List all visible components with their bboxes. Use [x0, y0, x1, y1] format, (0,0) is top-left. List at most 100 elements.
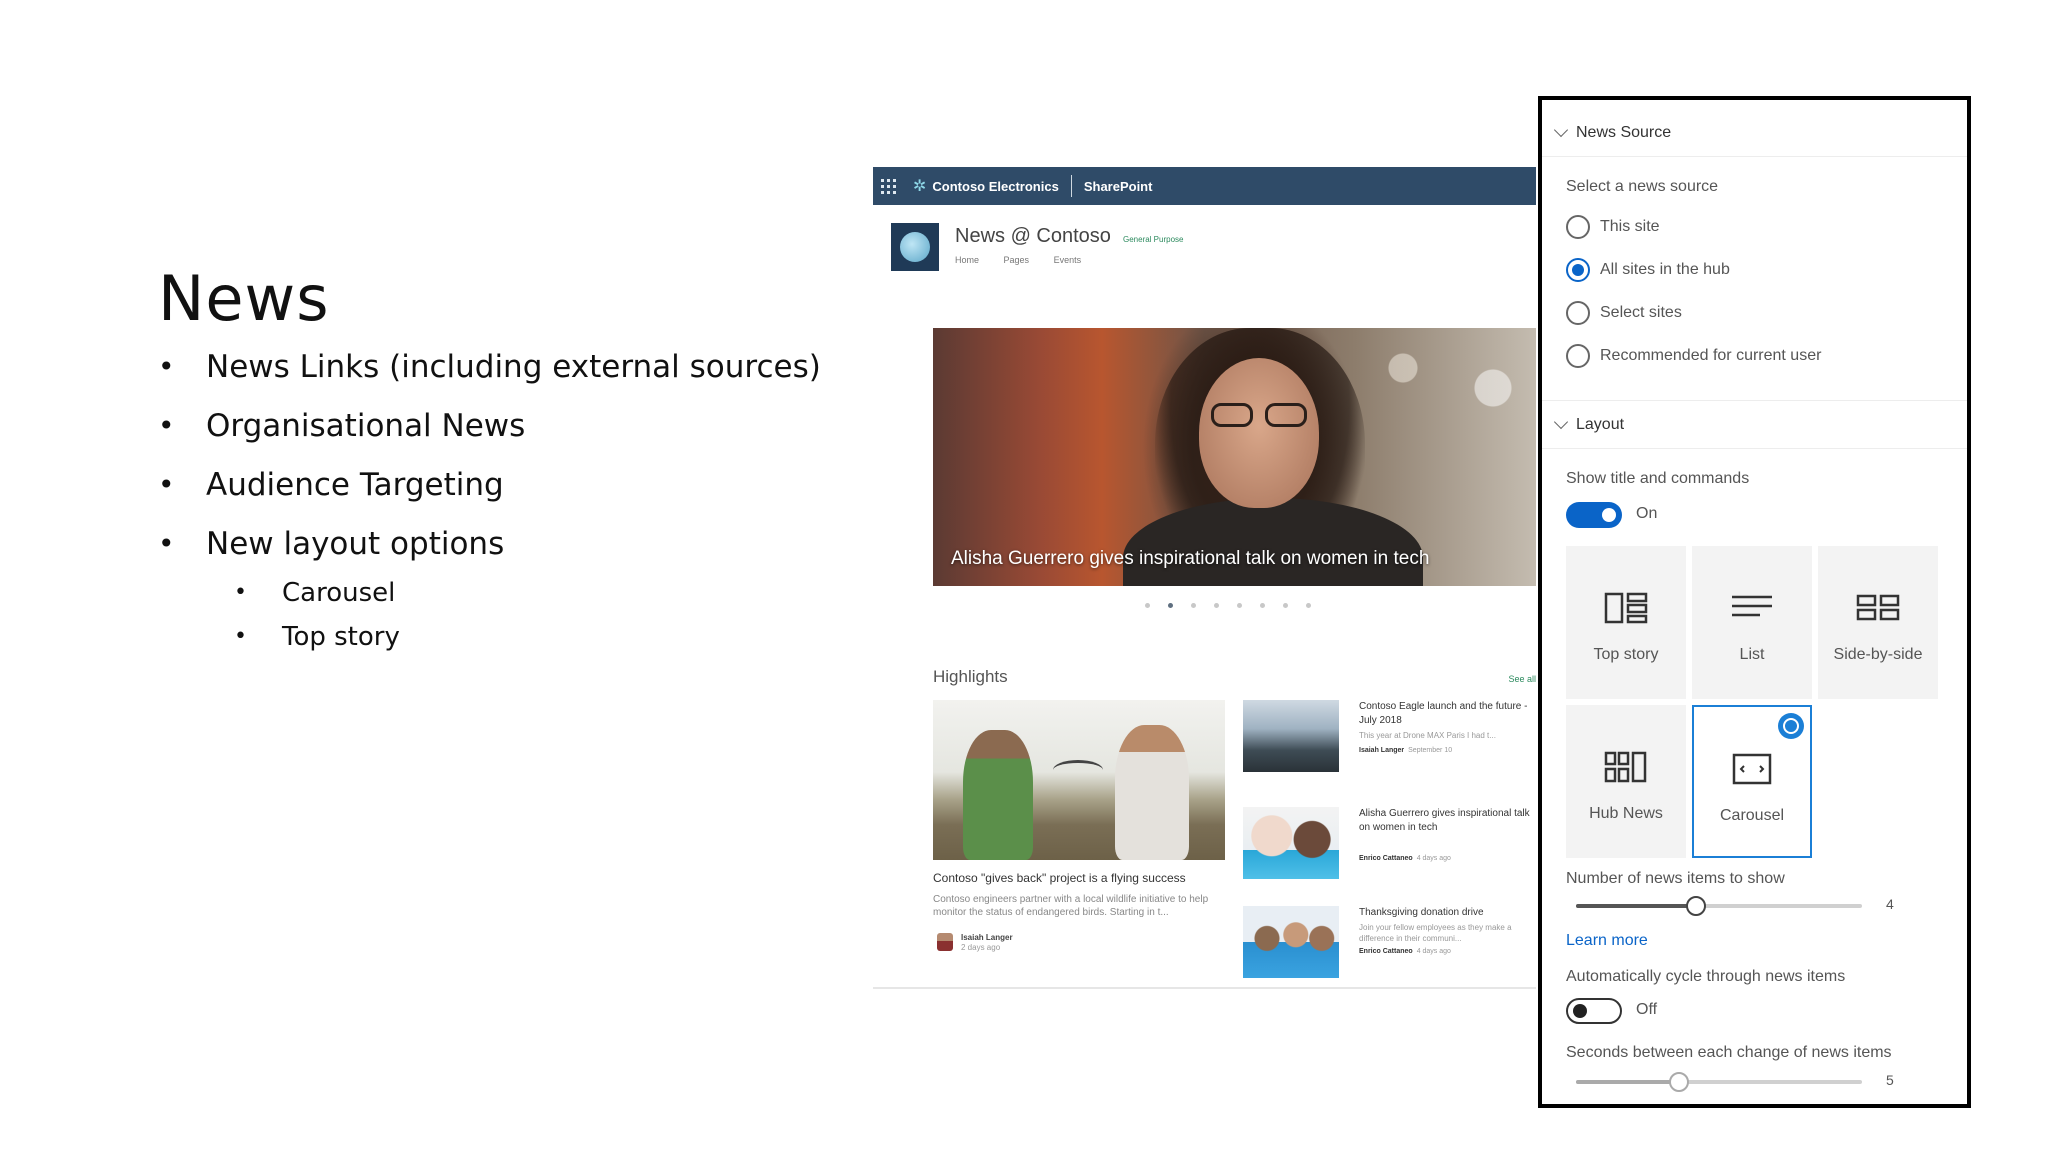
- globe-icon: [900, 232, 930, 262]
- sharepoint-page: ✲ Contoso Electronics SharePoint News @ …: [873, 167, 1536, 989]
- news-source-header[interactable]: News Source: [1553, 122, 1671, 142]
- radio-recommended[interactable]: Recommended for current user: [1566, 344, 1821, 368]
- highlight-item-author: Enrico Cattaneo 4 days ago: [1359, 855, 1451, 862]
- carousel-dot[interactable]: [1145, 603, 1150, 608]
- divider: [1542, 448, 1967, 449]
- highlight-main-title[interactable]: Contoso "gives back" project is a flying…: [933, 871, 1186, 885]
- carousel-hero-image[interactable]: Alisha Guerrero gives inspirational talk…: [933, 328, 1536, 586]
- site-nav: Home Pages Events: [955, 255, 1103, 265]
- carousel-dot[interactable]: [1306, 603, 1311, 608]
- highlight-item-author: Isaiah Langer September 10: [1359, 747, 1453, 754]
- chevron-down-icon[interactable]: [1553, 414, 1569, 430]
- carousel-dot-active[interactable]: [1168, 603, 1173, 608]
- photo-drone: [1053, 760, 1103, 780]
- slide-sub-bullet-list: Carousel Top story: [234, 578, 400, 666]
- side-by-side-icon: [1818, 592, 1938, 624]
- org-name[interactable]: Contoso Electronics: [932, 179, 1058, 194]
- slider-thumb[interactable]: [1686, 896, 1707, 916]
- radio-this-site[interactable]: This site: [1566, 215, 1660, 239]
- layout-tile-side-by-side[interactable]: Side-by-side: [1818, 546, 1938, 699]
- carousel-icon: [1694, 753, 1810, 785]
- layout-tile-top-story[interactable]: Top story: [1566, 546, 1686, 699]
- highlight-text: Contoso Eagle launch and the future - Ju…: [1359, 700, 1536, 754]
- slide-title: News: [158, 262, 330, 335]
- divider: [1542, 156, 1967, 157]
- carousel-dot[interactable]: [1214, 603, 1219, 608]
- photo-person: [1115, 725, 1189, 860]
- highlight-item-title: Thanksgiving donation drive: [1359, 907, 1484, 918]
- tile-label: Top story: [1593, 646, 1659, 663]
- show-title-toggle[interactable]: [1566, 502, 1622, 528]
- seconds-value: 5: [1886, 1072, 1894, 1088]
- top-story-icon: [1566, 592, 1686, 624]
- slide-sub-bullet: Top story: [234, 622, 400, 652]
- suite-bar: ✲ Contoso Electronics SharePoint: [873, 167, 1536, 205]
- seconds-label: Seconds between each change of news item…: [1566, 1044, 1892, 1061]
- nav-item-events[interactable]: Events: [1054, 255, 1082, 265]
- layout-header[interactable]: Layout: [1553, 414, 1624, 434]
- highlight-item[interactable]: Alisha Guerrero gives inspirational talk…: [1243, 807, 1536, 889]
- auto-cycle-label: Automatically cycle through news items: [1566, 968, 1846, 985]
- show-title-label: Show title and commands: [1566, 470, 1750, 487]
- highlight-main-date: 2 days ago: [961, 943, 1001, 952]
- highlight-text: Thanksgiving donation drive Join your fe…: [1359, 906, 1536, 955]
- highlight-text: Alisha Guerrero gives inspirational talk…: [1359, 807, 1536, 862]
- property-pane: News Source Select a news source This si…: [1538, 96, 1971, 1108]
- layout-tile-hub-news[interactable]: Hub News: [1566, 705, 1686, 858]
- nav-item-home[interactable]: Home: [955, 255, 979, 265]
- learn-more-link[interactable]: Learn more: [1566, 932, 1648, 950]
- seconds-slider[interactable]: [1576, 1072, 1862, 1092]
- hero-caption[interactable]: Alisha Guerrero gives inspirational talk…: [951, 548, 1429, 570]
- highlight-item-title: Contoso Eagle launch and the future - Ju…: [1359, 701, 1528, 726]
- num-items-value: 4: [1886, 896, 1894, 912]
- carousel-dot[interactable]: [1283, 603, 1288, 608]
- slide-bullet: Audience Targeting: [158, 468, 821, 502]
- slider-fill: [1576, 904, 1697, 908]
- slide-bullet: New layout options: [158, 527, 821, 561]
- see-all-link[interactable]: See all: [1508, 674, 1536, 684]
- app-name[interactable]: SharePoint: [1084, 179, 1153, 194]
- site-classification: General Purpose: [1123, 235, 1184, 244]
- selected-check-icon: [1778, 713, 1804, 739]
- tile-label: Side-by-side: [1833, 646, 1923, 663]
- carousel-dot[interactable]: [1191, 603, 1196, 608]
- highlight-item-desc: This year at Drone MAX Paris I had t...: [1359, 731, 1496, 740]
- radio-select-sites[interactable]: Select sites: [1566, 301, 1682, 325]
- tile-label: List: [1739, 646, 1765, 663]
- show-title-state: On: [1636, 505, 1658, 522]
- highlight-item[interactable]: Contoso Eagle launch and the future - Ju…: [1243, 700, 1536, 782]
- slide-bullet: Organisational News: [158, 409, 821, 443]
- radio-circle[interactable]: [1566, 301, 1590, 325]
- site-title[interactable]: News @ Contoso: [955, 225, 1111, 248]
- radio-circle[interactable]: [1566, 344, 1590, 368]
- radio-all-sites-in-hub[interactable]: All sites in the hub: [1566, 258, 1730, 282]
- highlight-item-title: Alisha Guerrero gives inspirational talk…: [1359, 808, 1530, 833]
- site-logo[interactable]: [891, 223, 939, 271]
- highlight-main-image[interactable]: [933, 700, 1225, 860]
- avatar: [937, 933, 953, 951]
- hero-photo-glasses: [1211, 403, 1307, 429]
- highlights-title: Highlights: [933, 667, 1008, 686]
- carousel-dot[interactable]: [1260, 603, 1265, 608]
- photo-person: [963, 730, 1033, 860]
- list-icon: [1692, 592, 1812, 624]
- layout-tile-list[interactable]: List: [1692, 546, 1812, 699]
- carousel-dot[interactable]: [1237, 603, 1242, 608]
- tile-label: Hub News: [1589, 805, 1663, 822]
- slider-fill: [1576, 1080, 1679, 1084]
- layout-tile-carousel[interactable]: Carousel: [1692, 705, 1812, 858]
- slider-thumb[interactable]: [1668, 1072, 1689, 1092]
- highlight-thumbnail: [1243, 807, 1339, 879]
- suite-bar-divider: [1070, 175, 1072, 197]
- auto-cycle-toggle[interactable]: [1566, 998, 1622, 1024]
- app-launcher-icon[interactable]: [881, 177, 899, 195]
- highlight-item[interactable]: Thanksgiving donation drive Join your fe…: [1243, 906, 1536, 987]
- radio-circle[interactable]: [1566, 215, 1590, 239]
- num-items-slider[interactable]: [1576, 896, 1862, 916]
- org-logo-icon: ✲: [913, 178, 927, 195]
- chevron-down-icon[interactable]: [1553, 122, 1569, 138]
- radio-circle-selected[interactable]: [1566, 258, 1590, 282]
- auto-cycle-state: Off: [1636, 1001, 1658, 1018]
- hero-photo-face: [1199, 358, 1319, 508]
- nav-item-pages[interactable]: Pages: [1004, 255, 1030, 265]
